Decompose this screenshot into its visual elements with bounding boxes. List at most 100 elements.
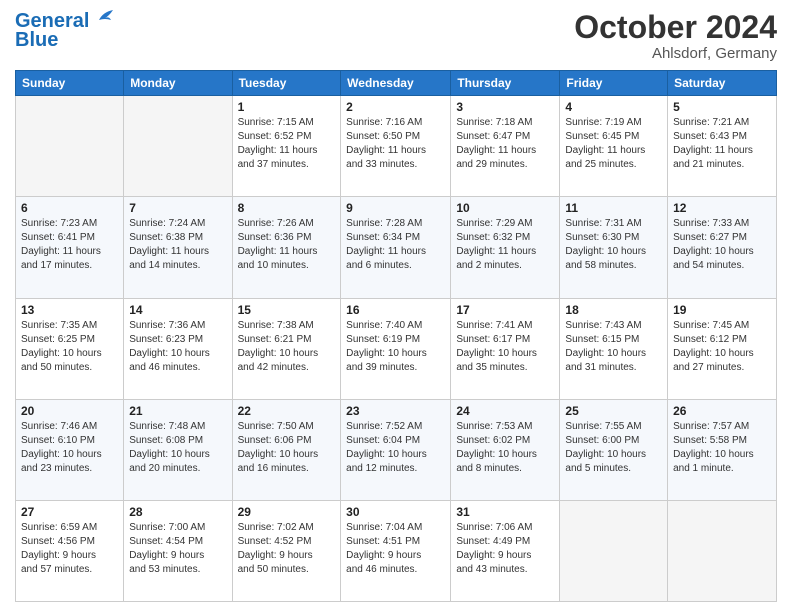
day-content: Sunrise: 7:50 AM Sunset: 6:06 PM Dayligh…: [238, 420, 336, 476]
day-content: Sunrise: 7:33 AM Sunset: 6:27 PM Dayligh…: [673, 217, 771, 273]
day-content: Sunrise: 6:59 AM Sunset: 4:56 PM Dayligh…: [21, 521, 118, 577]
col-wednesday: Wednesday: [341, 71, 451, 96]
day-content: Sunrise: 7:52 AM Sunset: 6:04 PM Dayligh…: [346, 420, 445, 476]
logo: General Blue: [15, 10, 113, 52]
calendar-week-row: 6 Sunrise: 7:23 AM Sunset: 6:41 PM Daylig…: [16, 197, 777, 298]
day-number: 23: [346, 404, 445, 418]
day-number: 15: [238, 303, 336, 317]
day-number: 9: [346, 201, 445, 215]
day-content: Sunrise: 7:46 AM Sunset: 6:10 PM Dayligh…: [21, 420, 118, 476]
day-content: Sunrise: 7:06 AM Sunset: 4:49 PM Dayligh…: [456, 521, 554, 577]
calendar-cell: 10 Sunrise: 7:29 AM Sunset: 6:32 PM Dayli…: [451, 197, 560, 298]
calendar-week-row: 27 Sunrise: 6:59 AM Sunset: 4:56 PM Dayli…: [16, 500, 777, 601]
day-number: 12: [673, 201, 771, 215]
calendar-table: Sunday Monday Tuesday Wednesday Thursday…: [15, 70, 777, 602]
day-number: 6: [21, 201, 118, 215]
day-content: Sunrise: 7:29 AM Sunset: 6:32 PM Dayligh…: [456, 217, 554, 273]
calendar-cell: 23 Sunrise: 7:52 AM Sunset: 6:04 PM Dayli…: [341, 399, 451, 500]
day-number: 28: [129, 505, 226, 519]
day-content: Sunrise: 7:00 AM Sunset: 4:54 PM Dayligh…: [129, 521, 226, 577]
calendar-cell: 9 Sunrise: 7:28 AM Sunset: 6:34 PM Daylig…: [341, 197, 451, 298]
calendar-cell: [16, 96, 124, 197]
day-number: 1: [238, 100, 336, 114]
col-monday: Monday: [124, 71, 232, 96]
day-content: Sunrise: 7:53 AM Sunset: 6:02 PM Dayligh…: [456, 420, 554, 476]
calendar-cell: 7 Sunrise: 7:24 AM Sunset: 6:38 PM Daylig…: [124, 197, 232, 298]
calendar-cell: [560, 500, 668, 601]
day-content: Sunrise: 7:31 AM Sunset: 6:30 PM Dayligh…: [565, 217, 662, 273]
day-number: 3: [456, 100, 554, 114]
calendar-cell: 4 Sunrise: 7:19 AM Sunset: 6:45 PM Daylig…: [560, 96, 668, 197]
day-number: 22: [238, 404, 336, 418]
calendar-cell: 18Sunrise: 7:43 AM Sunset: 6:15 PM Dayli…: [560, 298, 668, 399]
calendar-cell: 2Sunrise: 7:16 AM Sunset: 6:50 PM Daylig…: [341, 96, 451, 197]
day-content: Sunrise: 7:35 AM Sunset: 6:25 PM Dayligh…: [21, 319, 118, 375]
day-content: Sunrise: 7:38 AM Sunset: 6:21 PM Dayligh…: [238, 319, 336, 375]
col-tuesday: Tuesday: [232, 71, 341, 96]
day-number: 29: [238, 505, 336, 519]
day-content: Sunrise: 7:48 AM Sunset: 6:08 PM Dayligh…: [129, 420, 226, 476]
day-number: 4: [565, 100, 662, 114]
day-content: Sunrise: 7:23 AM Sunset: 6:41 PM Dayligh…: [21, 217, 118, 273]
calendar-cell: 14 Sunrise: 7:36 AM Sunset: 6:23 PM Dayli…: [124, 298, 232, 399]
day-content: Sunrise: 7:26 AM Sunset: 6:36 PM Dayligh…: [238, 217, 336, 273]
day-content: Sunrise: 7:21 AM Sunset: 6:43 PM Dayligh…: [673, 116, 771, 172]
calendar-week-row: 13Sunrise: 7:35 AM Sunset: 6:25 PM Dayli…: [16, 298, 777, 399]
calendar-cell: 22 Sunrise: 7:50 AM Sunset: 6:06 PM Dayli…: [232, 399, 341, 500]
calendar-week-row: 1 Sunrise: 7:15 AM Sunset: 6:52 PM Daylig…: [16, 96, 777, 197]
day-number: 24: [456, 404, 554, 418]
day-content: Sunrise: 7:28 AM Sunset: 6:34 PM Dayligh…: [346, 217, 445, 273]
day-content: Sunrise: 7:15 AM Sunset: 6:52 PM Dayligh…: [238, 116, 336, 172]
calendar-cell: 11 Sunrise: 7:31 AM Sunset: 6:30 PM Dayli…: [560, 197, 668, 298]
calendar-week-row: 20 Sunrise: 7:46 AM Sunset: 6:10 PM Dayli…: [16, 399, 777, 500]
calendar-cell: 30 Sunrise: 7:04 AM Sunset: 4:51 PM Dayli…: [341, 500, 451, 601]
day-number: 10: [456, 201, 554, 215]
day-number: 8: [238, 201, 336, 215]
calendar-cell: 17Sunrise: 7:41 AM Sunset: 6:17 PM Dayli…: [451, 298, 560, 399]
day-content: Sunrise: 7:24 AM Sunset: 6:38 PM Dayligh…: [129, 217, 226, 273]
day-number: 7: [129, 201, 226, 215]
calendar-cell: 27 Sunrise: 6:59 AM Sunset: 4:56 PM Dayli…: [16, 500, 124, 601]
day-number: 14: [129, 303, 226, 317]
location: Ahlsdorf, Germany: [574, 45, 777, 62]
day-content: Sunrise: 7:04 AM Sunset: 4:51 PM Dayligh…: [346, 521, 445, 577]
day-number: 19: [673, 303, 771, 317]
day-content: Sunrise: 7:16 AM Sunset: 6:50 PM Dayligh…: [346, 116, 445, 172]
col-friday: Friday: [560, 71, 668, 96]
day-number: 30: [346, 505, 445, 519]
day-content: Sunrise: 7:36 AM Sunset: 6:23 PM Dayligh…: [129, 319, 226, 375]
calendar-cell: 13Sunrise: 7:35 AM Sunset: 6:25 PM Dayli…: [16, 298, 124, 399]
calendar-cell: 8 Sunrise: 7:26 AM Sunset: 6:36 PM Daylig…: [232, 197, 341, 298]
day-number: 5: [673, 100, 771, 114]
calendar-cell: 12 Sunrise: 7:33 AM Sunset: 6:27 PM Dayli…: [668, 197, 777, 298]
day-content: Sunrise: 7:19 AM Sunset: 6:45 PM Dayligh…: [565, 116, 662, 172]
day-content: Sunrise: 7:43 AM Sunset: 6:15 PM Dayligh…: [565, 319, 662, 375]
calendar-cell: 24 Sunrise: 7:53 AM Sunset: 6:02 PM Dayli…: [451, 399, 560, 500]
logo-blue: Blue: [15, 29, 58, 52]
calendar-cell: [124, 96, 232, 197]
calendar-cell: 20 Sunrise: 7:46 AM Sunset: 6:10 PM Dayli…: [16, 399, 124, 500]
day-number: 31: [456, 505, 554, 519]
calendar-cell: 25Sunrise: 7:55 AM Sunset: 6:00 PM Dayli…: [560, 399, 668, 500]
day-number: 26: [673, 404, 771, 418]
day-content: Sunrise: 7:02 AM Sunset: 4:52 PM Dayligh…: [238, 521, 336, 577]
calendar-cell: 1 Sunrise: 7:15 AM Sunset: 6:52 PM Daylig…: [232, 96, 341, 197]
day-content: Sunrise: 7:55 AM Sunset: 6:00 PM Dayligh…: [565, 420, 662, 476]
day-content: Sunrise: 7:41 AM Sunset: 6:17 PM Dayligh…: [456, 319, 554, 375]
calendar-cell: 29 Sunrise: 7:02 AM Sunset: 4:52 PM Dayli…: [232, 500, 341, 601]
day-content: Sunrise: 7:40 AM Sunset: 6:19 PM Dayligh…: [346, 319, 445, 375]
title-section: October 2024 Ahlsdorf, Germany: [574, 10, 777, 62]
calendar-header-row: Sunday Monday Tuesday Wednesday Thursday…: [16, 71, 777, 96]
month-title: October 2024: [574, 10, 777, 45]
header: General Blue October 2024 Ahlsdorf, Germ…: [15, 10, 777, 62]
day-content: Sunrise: 7:57 AM Sunset: 5:58 PM Dayligh…: [673, 420, 771, 476]
day-number: 11: [565, 201, 662, 215]
calendar-cell: [668, 500, 777, 601]
col-sunday: Sunday: [16, 71, 124, 96]
day-number: 27: [21, 505, 118, 519]
calendar-cell: 15 Sunrise: 7:38 AM Sunset: 6:21 PM Dayli…: [232, 298, 341, 399]
page: General Blue October 2024 Ahlsdorf, Germ…: [0, 0, 792, 612]
calendar-cell: 28 Sunrise: 7:00 AM Sunset: 4:54 PM Dayli…: [124, 500, 232, 601]
logo-bird-icon: [91, 10, 113, 28]
day-number: 20: [21, 404, 118, 418]
